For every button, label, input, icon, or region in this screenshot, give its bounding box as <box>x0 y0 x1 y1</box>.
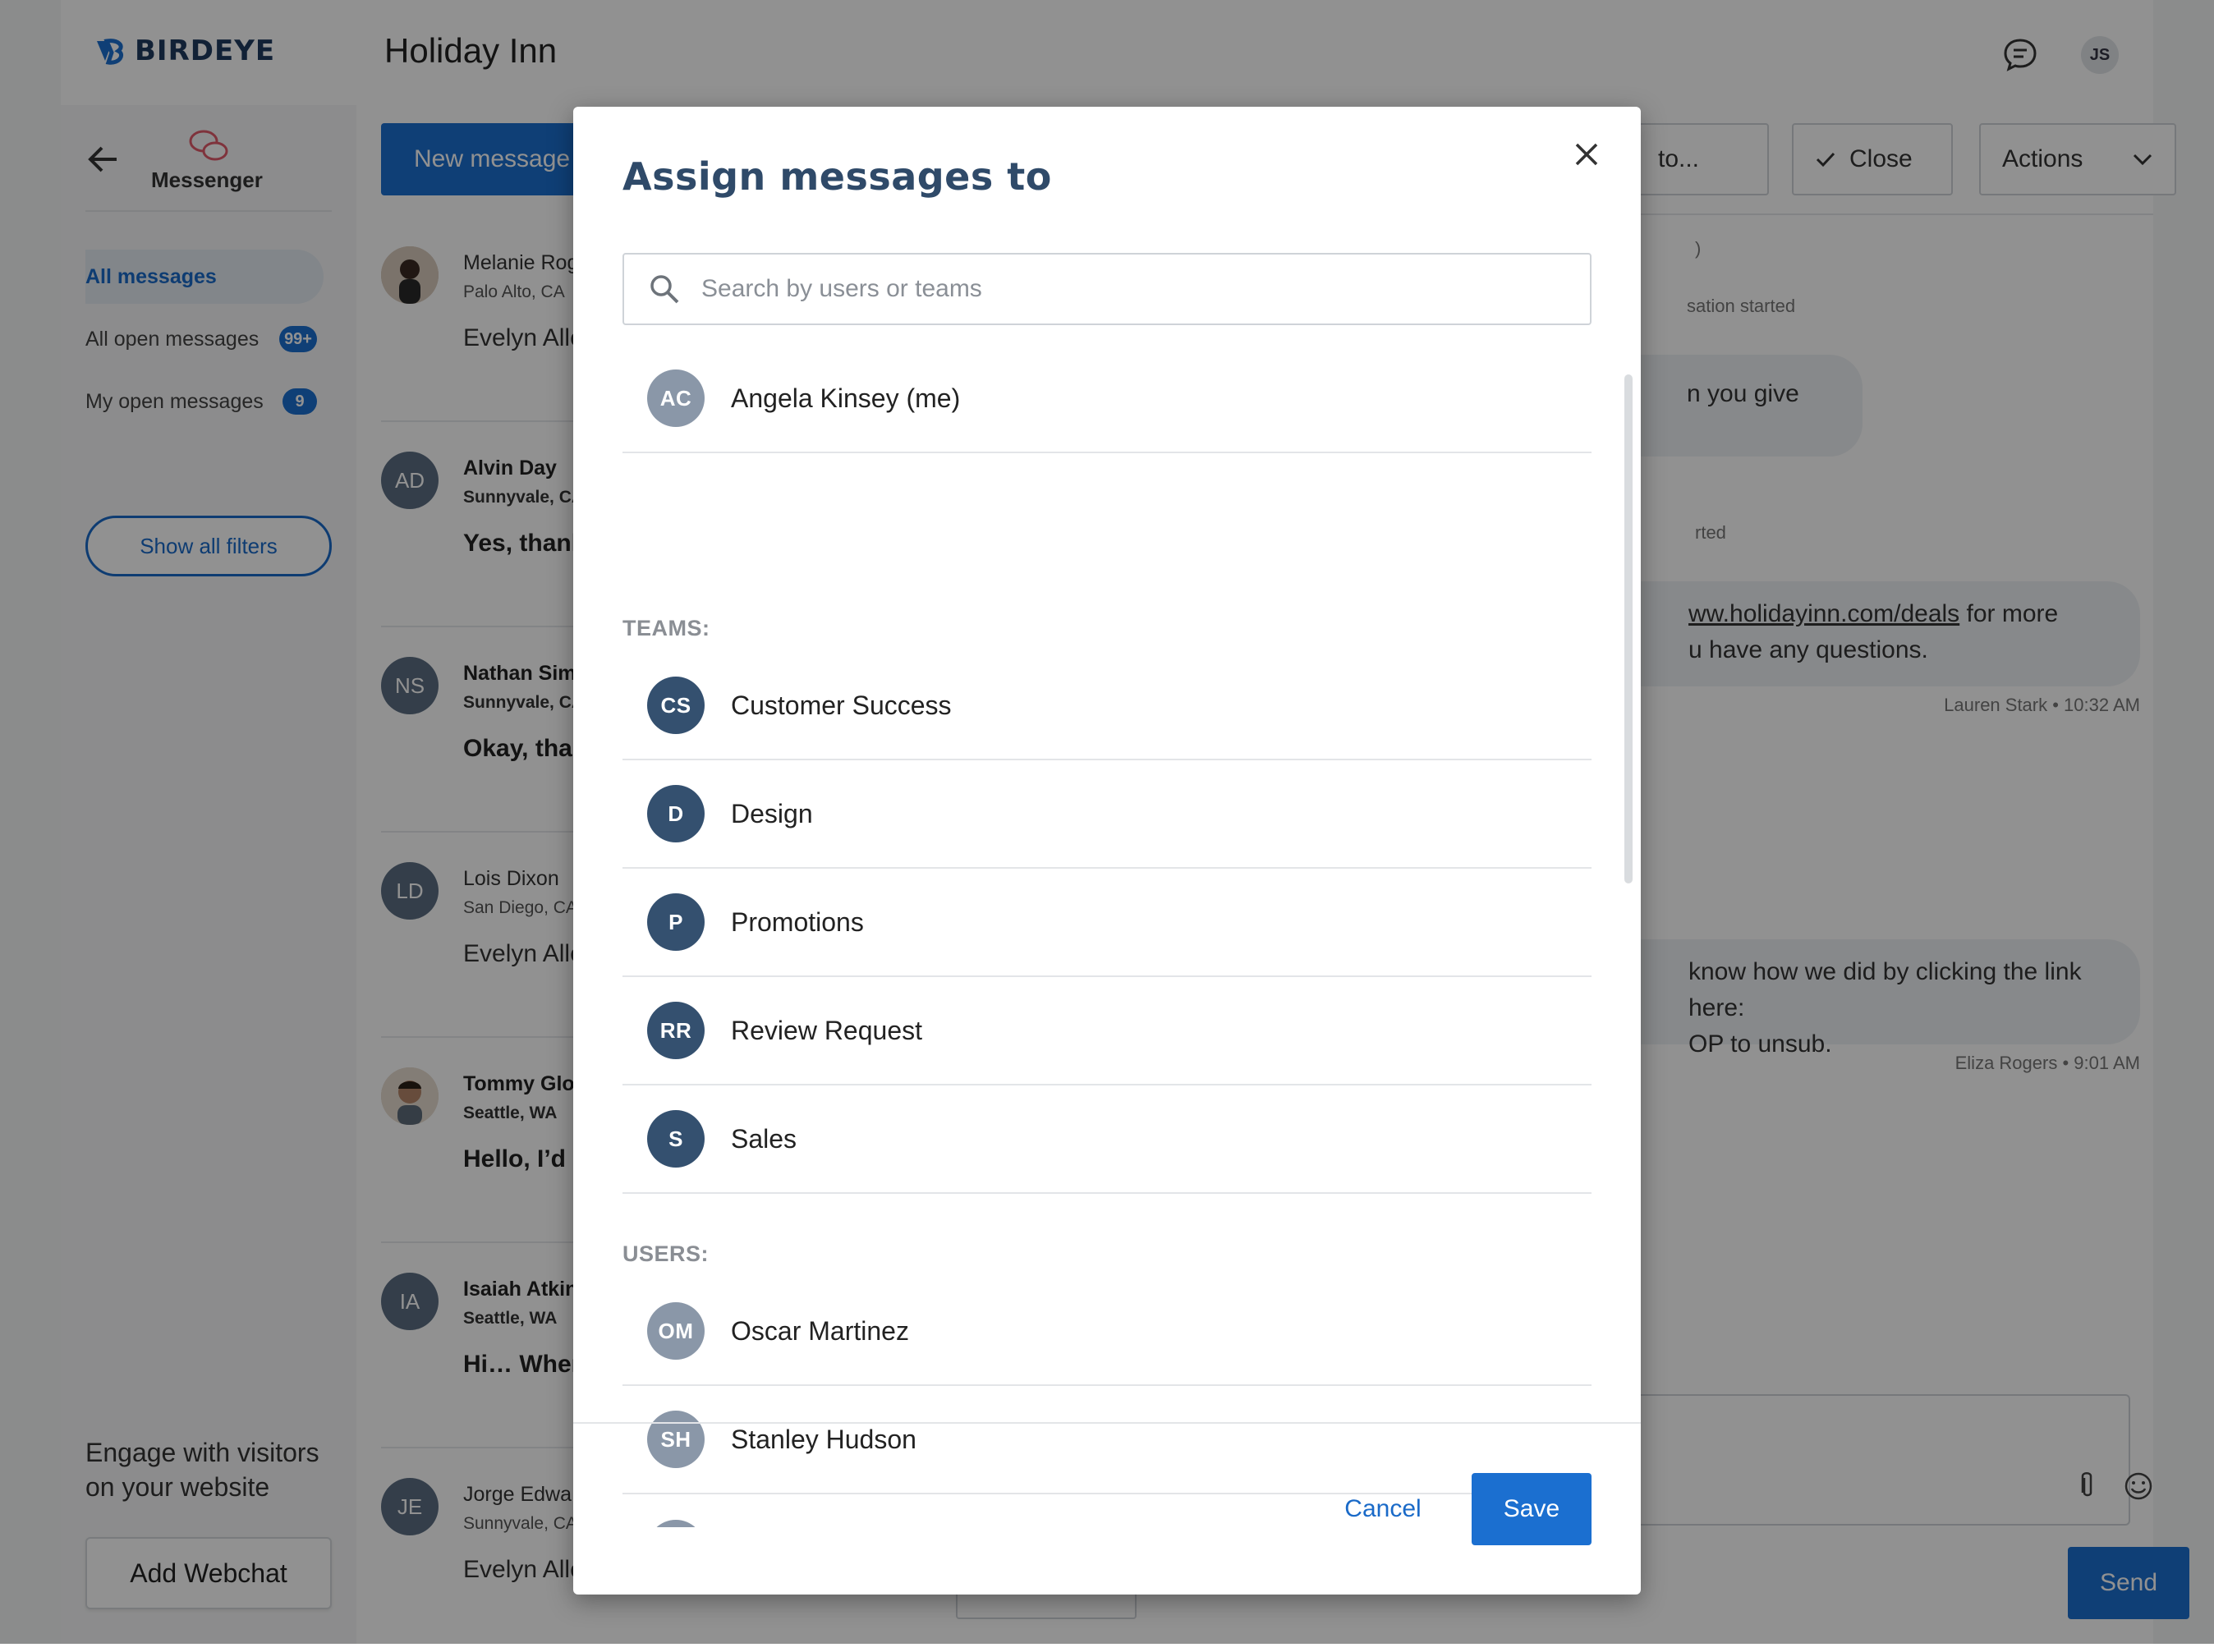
users-section-label: USERS: <box>622 1241 710 1266</box>
avatar: AC <box>647 369 705 427</box>
assignee-list: AC Angela Kinsey (me) TEAMS: CS Customer… <box>622 345 1592 1527</box>
search-users-teams[interactable] <box>622 253 1592 325</box>
assignee-name: Angela Kinsey (me) <box>731 383 961 413</box>
avatar: OM <box>647 1302 705 1360</box>
cancel-button[interactable]: Cancel <box>1325 1473 1440 1545</box>
team-row[interactable]: P Promotions <box>622 869 1592 977</box>
team-name: Sales <box>731 1123 797 1154</box>
user-row[interactable]: OM Oscar Martinez <box>622 1278 1592 1386</box>
user-name: Oscar Martinez <box>731 1315 909 1346</box>
avatar: RR <box>647 1002 705 1059</box>
team-name: Promotions <box>731 906 864 937</box>
user-row[interactable]: SH Stanley Hudson <box>622 1386 1592 1494</box>
team-row[interactable]: CS Customer Success <box>622 652 1592 760</box>
save-button[interactable]: Save <box>1472 1473 1592 1545</box>
footer-divider <box>573 1422 1641 1424</box>
modal-title: Assign messages to <box>622 154 1052 199</box>
user-name: Stanley Hudson <box>731 1424 916 1454</box>
list-scrollbar[interactable] <box>1624 374 1633 883</box>
team-row[interactable]: S Sales <box>622 1085 1592 1194</box>
teams-section-label: TEAMS: <box>622 616 710 640</box>
avatar: D <box>647 785 705 842</box>
close-modal-button[interactable] <box>1569 136 1605 172</box>
avatar: CS <box>647 677 705 734</box>
team-name: Design <box>731 798 813 828</box>
avatar <box>647 1520 705 1527</box>
search-icon <box>650 275 679 304</box>
team-name: Review Request <box>731 1015 922 1045</box>
avatar: P <box>647 893 705 951</box>
search-input[interactable] <box>700 274 1524 304</box>
team-row[interactable]: RR Review Request <box>622 977 1592 1085</box>
assignee-row-me[interactable]: AC Angela Kinsey (me) <box>622 345 1592 453</box>
assign-modal: Assign messages to AC Angela Kinsey (me)… <box>573 107 1641 1595</box>
avatar: SH <box>647 1411 705 1468</box>
team-name: Customer Success <box>731 690 952 720</box>
avatar: S <box>647 1110 705 1168</box>
close-icon <box>1575 143 1598 166</box>
team-row[interactable]: D Design <box>622 760 1592 869</box>
user-row-partial[interactable] <box>622 1494 1592 1527</box>
